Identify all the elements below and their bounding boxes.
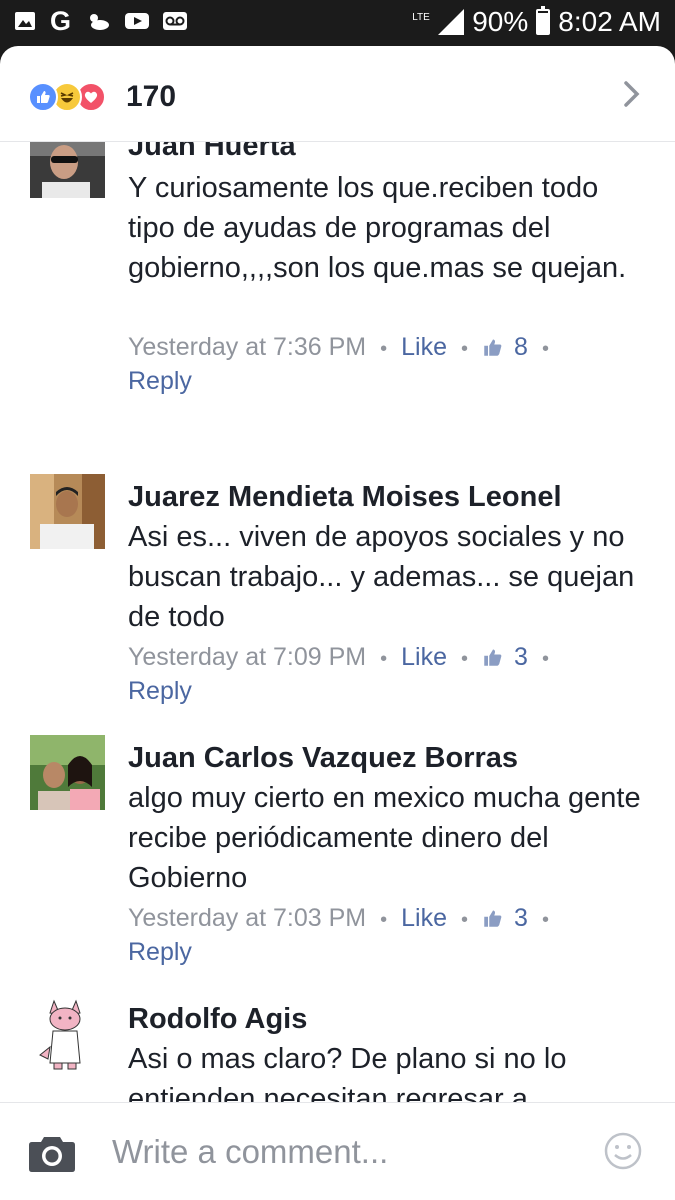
comment-author[interactable]: Rodolfo Agis <box>128 1003 307 1036</box>
reply-link[interactable]: Reply <box>128 677 192 705</box>
comments-sheet: 170 Juan Huerta Y curiosamente los que.r… <box>0 46 675 1200</box>
avatar[interactable] <box>30 997 105 1072</box>
network-type: LTE <box>412 12 430 23</box>
notification-icons: G <box>14 6 188 36</box>
like-link[interactable]: Like <box>401 643 447 671</box>
comment-text: Asi o mas claro? De plano si no lo entie… <box>128 1043 567 1102</box>
separator-dot: • <box>541 338 549 360</box>
thumbs-up-icon <box>484 339 502 356</box>
status-bar: G LTE 90% 8:02 AM <box>0 0 675 46</box>
signal-icon: LTE <box>412 9 465 35</box>
battery-icon <box>536 6 551 35</box>
system-status: LTE 90% 8:02 AM <box>412 6 661 38</box>
separator-dot: • <box>461 338 469 360</box>
comment-timestamp[interactable]: Yesterday at 7:36 PM <box>128 333 366 361</box>
thumbs-up-icon <box>484 649 502 666</box>
comment-meta: Yesterday at 7:03 PM • Like • 3 • Reply <box>128 902 648 968</box>
separator-dot: • <box>541 909 549 931</box>
like-count[interactable]: 8 <box>514 333 528 361</box>
reaction-icons <box>28 82 106 112</box>
reactions-header[interactable]: 170 <box>0 46 675 142</box>
avatar[interactable] <box>30 474 105 549</box>
emoji-icon[interactable] <box>603 1131 643 1171</box>
comment-meta: Yesterday at 7:09 PM • Like • 3 • Reply <box>128 641 648 707</box>
weather-icon <box>90 14 110 30</box>
separator-dot: • <box>461 909 469 931</box>
comment-list: Juan Huerta Y curiosamente los que.recib… <box>0 142 675 1102</box>
like-count[interactable]: 3 <box>514 904 528 932</box>
like-link[interactable]: Like <box>401 333 447 361</box>
comment-author[interactable]: Juan Carlos Vazquez Borras <box>128 742 518 775</box>
like-link[interactable]: Like <box>401 904 447 932</box>
clock: 8:02 AM <box>558 6 661 37</box>
avatar[interactable] <box>30 142 105 198</box>
avatar[interactable] <box>30 735 105 810</box>
voicemail-icon <box>163 12 188 30</box>
comment-text: Y curiosamente los que.reciben todo tipo… <box>128 172 627 284</box>
comment-composer <box>0 1102 675 1200</box>
separator-dot: • <box>461 648 469 670</box>
comment-input[interactable] <box>112 1129 572 1175</box>
separator-dot: • <box>380 648 388 670</box>
separator-dot: • <box>541 648 549 670</box>
reaction-count: 170 <box>126 80 177 113</box>
comment-author[interactable]: Juan Huerta <box>128 142 296 163</box>
comment-text: algo muy cierto en mexico mucha gente re… <box>128 782 641 894</box>
comment-timestamp[interactable]: Yesterday at 7:03 PM <box>128 904 366 932</box>
separator-dot: • <box>380 338 388 360</box>
reply-link[interactable]: Reply <box>128 367 192 395</box>
comment-timestamp[interactable]: Yesterday at 7:09 PM <box>128 643 366 671</box>
google-icon: G <box>50 6 72 36</box>
camera-icon[interactable] <box>28 1133 76 1173</box>
comment-text: Asi es... viven de apoyos sociales y no … <box>128 521 635 633</box>
like-count[interactable]: 3 <box>514 643 528 671</box>
comment-meta: Yesterday at 7:36 PM • Like • 8 • Reply <box>128 331 648 397</box>
separator-dot: • <box>380 909 388 931</box>
reply-link[interactable]: Reply <box>128 938 192 966</box>
like-reaction-icon <box>28 82 58 112</box>
thumbs-up-icon <box>484 910 502 927</box>
battery-percent: 90% <box>472 6 529 37</box>
gallery-icon <box>15 12 35 30</box>
comment-author[interactable]: Juarez Mendieta Moises Leonel <box>128 481 562 514</box>
chevron-right-icon[interactable] <box>617 80 645 108</box>
youtube-icon <box>125 13 150 29</box>
